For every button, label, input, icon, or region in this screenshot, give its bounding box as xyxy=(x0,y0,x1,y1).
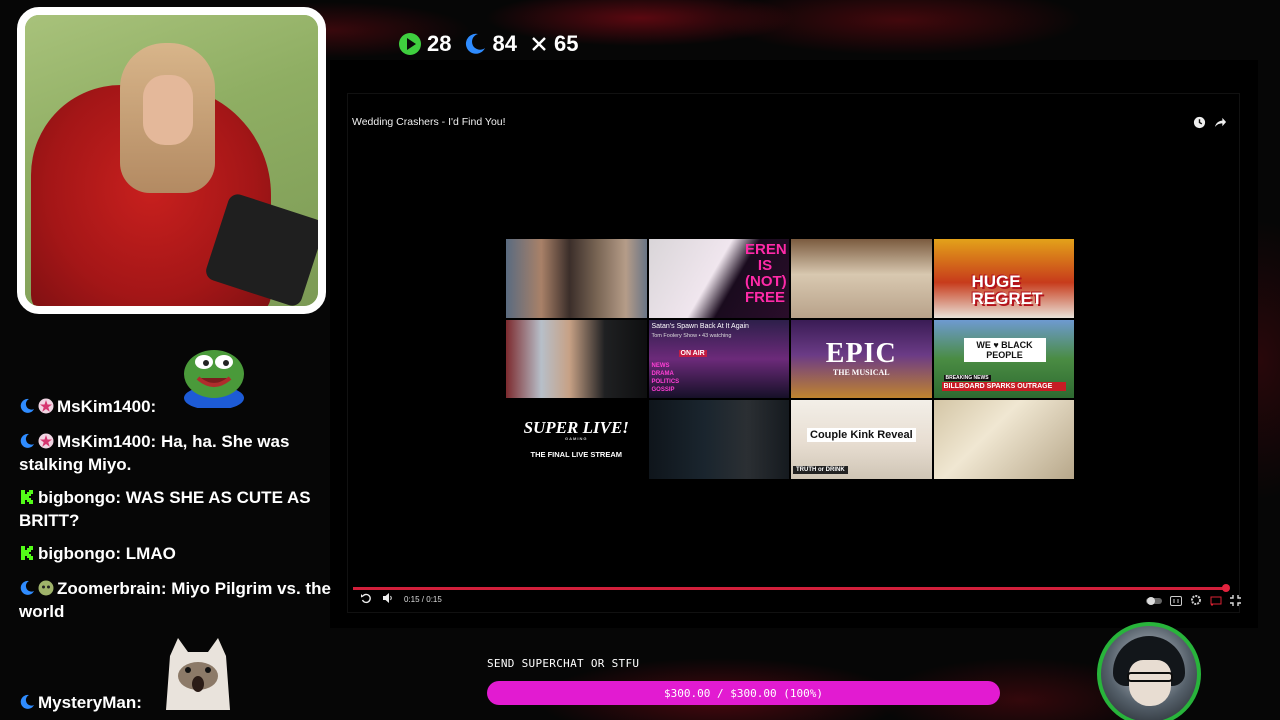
x-logo-icon xyxy=(529,34,549,54)
settings-icon[interactable] xyxy=(1190,593,1202,611)
play-icon xyxy=(398,32,422,56)
thumbnail-tags: NEWS DRAMA POLITICS GOSSIP xyxy=(651,362,680,393)
video-thumbnail[interactable]: Couple Kink Reveal TRUTH or DRINK xyxy=(790,399,933,480)
chat-username[interactable]: bigbongo: xyxy=(38,544,121,563)
video-thumbnail[interactable]: EREN IS (NOT) FREE xyxy=(647,238,790,319)
moon-icon xyxy=(463,32,487,56)
captions-icon[interactable] xyxy=(1170,593,1182,611)
video-thumbnail[interactable]: Satan's Spawn Back At It Again Tom Foole… xyxy=(647,318,790,400)
kick-badge-icon xyxy=(19,489,35,510)
thumbnail-title: EPIC xyxy=(825,337,897,369)
chat-username[interactable]: Zoomerbrain: xyxy=(57,579,167,598)
player-controls-right xyxy=(1146,593,1241,611)
webcam-overlay xyxy=(17,7,326,314)
kick-badge-icon xyxy=(19,545,35,566)
thumbnail-title: Couple Kink Reveal xyxy=(807,428,916,443)
rumble-viewer-stat: 84 xyxy=(463,31,517,57)
replay-icon[interactable] xyxy=(360,592,372,606)
share-icon[interactable] xyxy=(1214,116,1227,134)
video-title[interactable]: Wedding Crashers - I'd Find You! xyxy=(352,116,506,128)
breaking-tag: BREAKING NEWS xyxy=(943,374,991,381)
player-controls-left: 0:15 / 0:15 xyxy=(360,592,442,606)
thumbnail-title: SUPER LIVE! xyxy=(523,418,629,438)
exit-fullscreen-icon[interactable] xyxy=(1230,593,1241,611)
play-count: 28 xyxy=(427,31,452,56)
thumbnail-subtitle: Tom Foolery Show • 43 watching xyxy=(651,332,732,339)
volume-icon[interactable] xyxy=(382,592,394,606)
autoplay-toggle-icon[interactable] xyxy=(1146,593,1162,611)
star-badge-icon xyxy=(38,433,54,454)
thumbnail-subtitle: THE FINAL LIVE STREAM xyxy=(530,450,623,460)
video-thumbnail[interactable] xyxy=(505,318,648,400)
kick-viewer-stat: 28 xyxy=(398,31,451,57)
chat-message: MsKim1400: Ha, ha. She was stalking Miyo… xyxy=(19,431,339,475)
video-thumbnail[interactable]: EPIC THE MUSICAL xyxy=(790,318,933,400)
viewer-stats: 28 84 65 xyxy=(398,31,578,57)
thumbnail-subtitle: BILLBOARD SPARKS OUTRAGE xyxy=(941,381,1066,391)
chat-username[interactable]: MysteryMan: xyxy=(38,693,142,712)
moon-count: 84 xyxy=(492,31,517,56)
video-thumbnail[interactable] xyxy=(647,399,790,480)
end-screen-grid: EREN IS (NOT) FREE HUGE REGRET Satan's S… xyxy=(505,238,1075,480)
player-top-actions xyxy=(1193,116,1227,134)
chat-message: MysteryMan: xyxy=(19,692,339,715)
chat-message: Zoomerbrain: Miyo Pilgrim vs. the world xyxy=(19,578,339,622)
star-badge-icon xyxy=(38,398,54,419)
chat-text: LMAO xyxy=(121,544,176,563)
x-viewer-stat: 65 xyxy=(529,31,578,57)
superchat-goal-bar: $300.00 / $300.00 (100%) xyxy=(487,681,1000,705)
moon-badge-icon xyxy=(19,580,35,601)
chat-username[interactable]: MsKim1400: xyxy=(57,432,156,451)
chat-message: bigbongo: LMAO xyxy=(19,543,339,566)
chat-message: bigbongo: WAS SHE AS CUTE AS BRITT? xyxy=(19,487,339,531)
video-thumbnail[interactable] xyxy=(505,238,648,319)
creature-badge-icon xyxy=(38,580,54,601)
superchat-goal-text: $300.00 / $300.00 (100%) xyxy=(664,686,823,700)
video-thumbnail[interactable] xyxy=(932,399,1075,480)
chat-message: MsKim1400: xyxy=(19,396,339,419)
cast-icon[interactable] xyxy=(1210,593,1222,611)
time-display: 0:15 / 0:15 xyxy=(404,594,442,604)
moon-badge-icon xyxy=(19,398,35,419)
watch-later-icon[interactable] xyxy=(1193,116,1206,134)
thumbnail-title: HUGE REGRET xyxy=(971,272,1043,308)
thumbnail-title: EREN IS (NOT) FREE xyxy=(745,241,787,306)
x-count: 65 xyxy=(553,31,579,56)
chat-username[interactable]: MsKim1400: xyxy=(57,397,156,416)
superchat-label: SEND SUPERCHAT OR STFU xyxy=(487,657,640,670)
video-progress-bar[interactable] xyxy=(353,587,1226,590)
billboard-text: WE ♥ BLACK PEOPLE xyxy=(963,337,1046,362)
video-thumbnail[interactable]: SUPER LIVE! GAMING THE FINAL LIVE STREAM xyxy=(505,399,648,480)
moon-badge-icon xyxy=(19,433,35,454)
video-thumbnail[interactable]: WE ♥ BLACK PEOPLE BREAKING NEWS BILLBOAR… xyxy=(932,318,1075,400)
on-air-tag: ON AIR xyxy=(678,349,707,357)
video-thumbnail[interactable] xyxy=(790,238,933,319)
thumbnail-tag: GAMING xyxy=(565,436,588,442)
thumbnail-subtitle: TRUTH or DRINK xyxy=(793,466,848,475)
chat-username[interactable]: bigbongo: xyxy=(38,488,121,507)
thumbnail-subtitle: THE MUSICAL xyxy=(832,367,890,377)
streamer-avatar xyxy=(1097,622,1201,720)
progress-scrubber[interactable] xyxy=(1222,584,1230,592)
video-thumbnail[interactable]: HUGE REGRET xyxy=(932,238,1075,319)
thumbnail-title: Satan's Spawn Back At It Again xyxy=(651,322,749,330)
moon-badge-icon xyxy=(19,694,35,715)
